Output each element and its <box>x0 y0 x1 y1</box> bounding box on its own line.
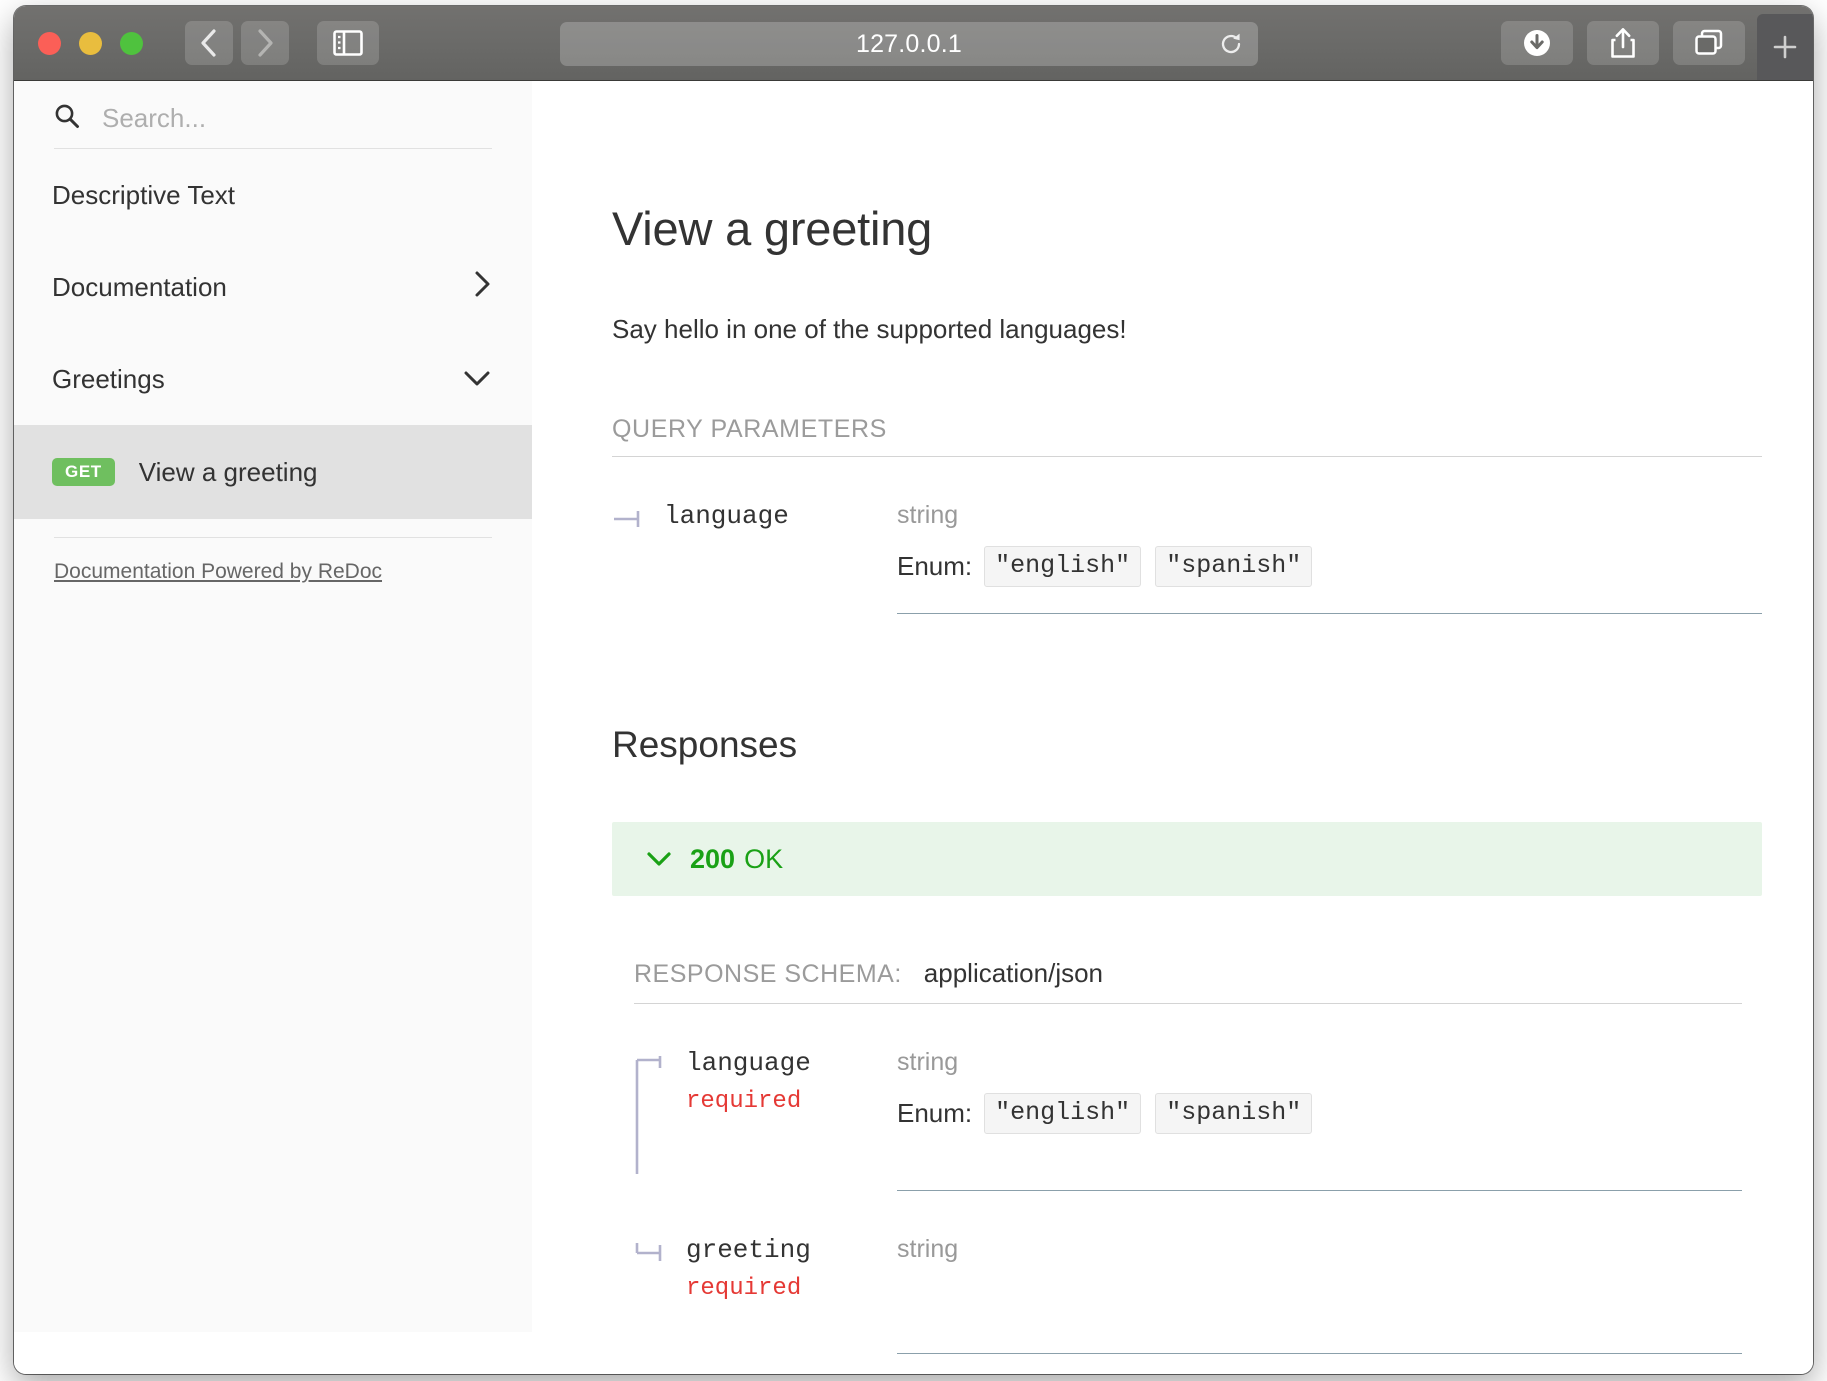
browser-window: 127.0.0.1 Search... Descriptive Text Doc… <box>14 6 1813 1374</box>
redoc-powered-by-link[interactable]: Documentation Powered by ReDoc <box>54 560 382 583</box>
enum-value-chip: "english" <box>984 1093 1142 1134</box>
tab-overview-icon <box>1695 29 1723 55</box>
schema-field-row: language required string Enum: "english"… <box>634 1004 1742 1191</box>
maximize-window-button[interactable] <box>120 31 143 55</box>
response-200-header[interactable]: 200 OK <box>612 822 1762 896</box>
minimize-window-button[interactable] <box>79 31 102 55</box>
tree-branch-icon <box>612 501 654 614</box>
sidebar-footer: Documentation Powered by ReDoc <box>54 537 492 584</box>
browser-titlebar: 127.0.0.1 <box>14 6 1813 81</box>
address-bar[interactable]: 127.0.0.1 <box>560 22 1258 66</box>
sidebar-toggle-group <box>317 21 379 65</box>
chevron-right-icon <box>472 269 492 306</box>
sidebar-item-label: View a greeting <box>138 456 318 487</box>
reload-icon <box>1221 33 1241 54</box>
field-name: greeting <box>686 1235 811 1265</box>
tree-branch-icon <box>634 1048 676 1191</box>
window-controls <box>38 31 143 55</box>
url-text: 127.0.0.1 <box>855 29 963 58</box>
response-status-code: 200 <box>690 843 736 874</box>
sidebar: Descriptive Text Documentation Greetings <box>14 81 532 1332</box>
share-icon <box>1611 28 1635 58</box>
parameter-name: language <box>664 501 789 531</box>
response-schema-header: RESPONSE SCHEMA: application/json <box>634 958 1742 1004</box>
downloads-icon <box>1524 30 1550 56</box>
enum-value-chip: "english" <box>984 546 1142 587</box>
field-name: language <box>686 1048 811 1078</box>
plus-icon <box>1773 35 1797 59</box>
chevron-left-icon <box>201 29 216 57</box>
search-input[interactable] <box>102 103 492 134</box>
response-schema-label: RESPONSE SCHEMA: <box>634 960 902 988</box>
field-type: string <box>897 1235 959 1263</box>
search-box[interactable] <box>54 103 492 149</box>
field-enum-list: Enum: "english" "spanish" <box>897 1093 1742 1134</box>
navigation-buttons <box>185 21 289 65</box>
chevron-right-icon <box>258 29 273 57</box>
query-parameter-row: language string Enum: "english" "spanish… <box>612 457 1762 614</box>
new-tab-button[interactable] <box>1757 14 1813 80</box>
enum-label: Enum: <box>897 1098 973 1128</box>
reload-button[interactable] <box>1212 26 1250 62</box>
chevron-down-icon <box>646 850 672 868</box>
sidebar-toggle-button[interactable] <box>317 21 379 65</box>
response-schema-media-type: application/json <box>923 958 1104 988</box>
enum-label: Enum: <box>897 551 973 581</box>
share-button[interactable] <box>1587 21 1659 65</box>
sidebar-item-descriptive-text[interactable]: Descriptive Text <box>14 149 532 241</box>
response-schema-fields: language required string Enum: "english"… <box>634 1004 1742 1354</box>
page-description: Say hello in one of the supported langua… <box>612 314 1127 344</box>
enum-value-chip: "spanish" <box>1155 546 1313 587</box>
sidebar-item-greetings[interactable]: Greetings <box>14 333 532 425</box>
toolbar-right-buttons <box>1501 21 1745 65</box>
sidebar-item-label: Documentation <box>52 271 227 302</box>
parameter-type: string <box>897 501 959 529</box>
sidebar-item-view-a-greeting[interactable]: GET View a greeting <box>14 425 532 519</box>
tab-overview-button[interactable] <box>1673 21 1745 65</box>
forward-button[interactable] <box>241 21 289 65</box>
sidebar-toggle-icon <box>333 30 363 56</box>
response-status-text: OK <box>744 843 784 874</box>
parameter-enum-list: Enum: "english" "spanish" <box>897 546 1762 587</box>
field-type: string <box>897 1048 959 1076</box>
sidebar-item-label: Greetings <box>52 363 165 394</box>
page-title: View a greeting <box>612 202 933 255</box>
responses-heading: Responses <box>612 724 798 765</box>
sidebar-item-documentation[interactable]: Documentation <box>14 241 532 333</box>
enum-value-chip: "spanish" <box>1155 1093 1313 1134</box>
tree-branch-icon <box>634 1229 676 1354</box>
field-required-label: required <box>686 1088 802 1115</box>
main-content: View a greeting Say hello in one of the … <box>532 81 1813 1374</box>
field-required-label: required <box>686 1275 802 1302</box>
schema-field-row: greeting required string <box>634 1191 1742 1354</box>
search-icon <box>54 103 80 134</box>
page-body: Descriptive Text Documentation Greetings <box>14 81 1813 1374</box>
chevron-down-icon <box>462 364 492 395</box>
close-window-button[interactable] <box>38 31 61 55</box>
downloads-button[interactable] <box>1501 21 1573 65</box>
sidebar-item-label: Descriptive Text <box>52 179 236 210</box>
back-button[interactable] <box>185 21 233 65</box>
query-parameters-label: QUERY PARAMETERS <box>612 415 1762 457</box>
http-method-badge: GET <box>52 458 115 486</box>
